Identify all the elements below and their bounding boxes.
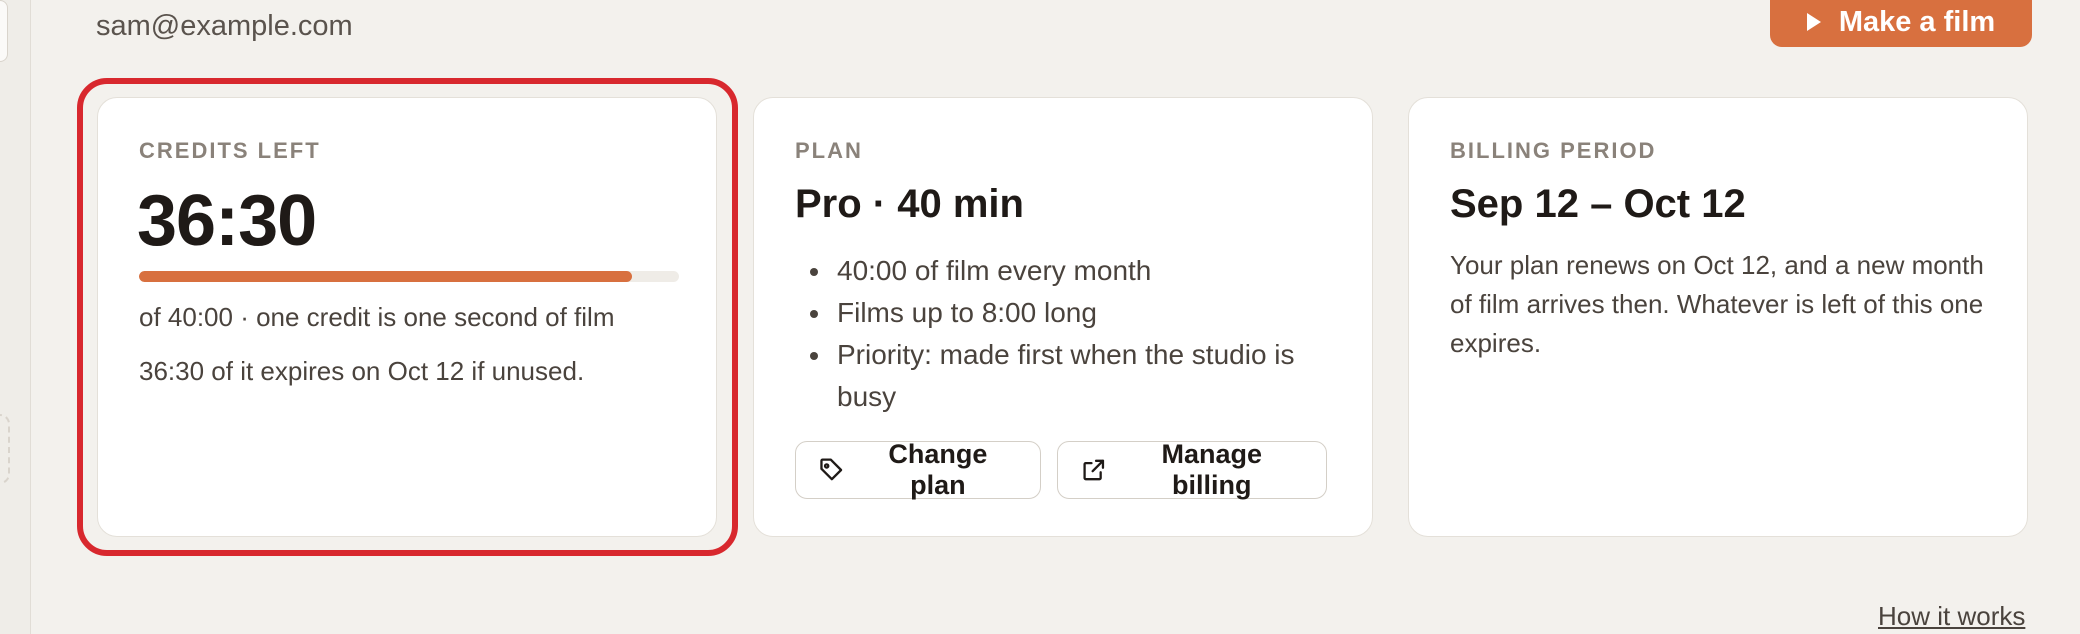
sidebar-tab[interactable]	[0, 0, 8, 62]
billing-period-card: BILLING PERIOD Sep 12 – Oct 12 Your plan…	[1408, 97, 2028, 537]
how-it-works-link[interactable]: How it works	[1878, 601, 2025, 632]
plan-feature: Films up to 8:00 long	[833, 292, 1355, 334]
left-sidebar-edge	[0, 0, 31, 634]
plan-feature: Priority: made first when the studio is …	[833, 334, 1355, 418]
plan-features: 40:00 of film every month Films up to 8:…	[795, 250, 1355, 418]
make-film-label: Make a film	[1838, 5, 1996, 38]
credits-subtitle: of 40:00 · one credit is one second of f…	[139, 302, 615, 332]
billing-title: Sep 12 – Oct 12	[1450, 182, 1746, 226]
manage-billing-label: Manage billing	[1161, 439, 1263, 500]
external-link-icon	[1083, 459, 1105, 481]
plan-feature: 40:00 of film every month	[833, 250, 1355, 292]
make-film-button[interactable]: Make a film	[1770, 0, 2032, 47]
play-icon	[1806, 13, 1821, 31]
tag-icon	[820, 458, 843, 481]
credits-progress-fill	[139, 271, 632, 282]
sidebar-drop-zone	[0, 414, 10, 484]
credits-progress-bar	[139, 271, 679, 282]
credits-remaining: 36:30	[137, 181, 317, 261]
plan-title: Pro · 40 min	[795, 182, 1024, 226]
plan-card: PLAN Pro · 40 min 40:00 of film every mo…	[753, 97, 1373, 537]
billing-description: Your plan renews on Oct 12, and a new mo…	[1450, 250, 1984, 358]
credits-eyebrow: CREDITS LEFT	[139, 138, 321, 163]
credits-expiry-note: 36:30 of it expires on Oct 12 if unused.	[139, 356, 585, 386]
credits-card: CREDITS LEFT 36:30 of 40:00 · one credit…	[97, 97, 717, 537]
manage-billing-button[interactable]: Manage billing	[1057, 439, 1327, 500]
account-email: sam@example.com	[96, 10, 353, 42]
plan-eyebrow: PLAN	[795, 138, 863, 163]
change-plan-button[interactable]: Change plan	[795, 439, 1041, 500]
change-plan-label: Change plan	[888, 439, 988, 500]
billing-eyebrow: BILLING PERIOD	[1450, 138, 1657, 163]
